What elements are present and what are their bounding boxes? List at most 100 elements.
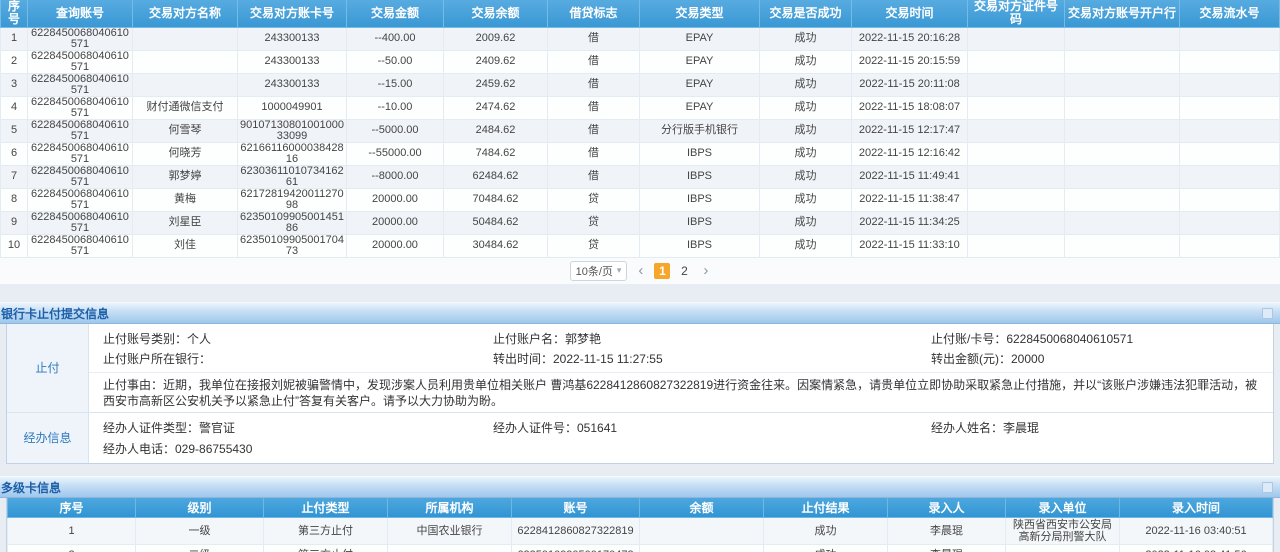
collapse-icon[interactable] (1262, 308, 1273, 319)
table-cell: 第三方止付 (264, 545, 388, 552)
column-header: 交易时间 (852, 0, 968, 27)
table-cell: 李晨琨 (888, 545, 1006, 552)
transactions-table: 序号查询账号交易对方名称交易对方账卡号交易金额交易余额借贷标志交易类型交易是否成… (0, 0, 1280, 258)
table-cell: 2022-11-15 12:17:47 (852, 119, 968, 142)
table-row[interactable]: 86228450068040610571黄梅621728194200112709… (1, 188, 1280, 211)
column-header: 余额 (640, 498, 764, 518)
table-cell (1180, 188, 1280, 211)
table-cell: 6228450068040610571 (28, 165, 133, 188)
page-size-select[interactable]: 10条/页 ▾ (570, 261, 628, 281)
table-cell: 2484.62 (444, 119, 548, 142)
prev-page-button[interactable]: ‹ (636, 264, 645, 278)
handler-id-number: 经办人证件号：051641 (493, 419, 931, 436)
next-page-button[interactable]: › (701, 264, 710, 278)
column-header: 交易余额 (444, 0, 548, 27)
handler-phone: 经办人电话：029-86755430 (103, 440, 493, 457)
table-cell: 6228450068040610571 (28, 234, 133, 257)
table-cell (133, 27, 238, 50)
table-cell: 成功 (760, 50, 852, 73)
column-header: 止付类型 (264, 498, 388, 518)
table-cell: 成功 (760, 96, 852, 119)
multicard-section-title: 多级卡信息 (0, 476, 1280, 498)
table-row[interactable]: 36228450068040610571243300133--15.002459… (1, 73, 1280, 96)
table-row[interactable]: 2二级第三方止付6235010990500170473成功李晨琨2022-11-… (8, 545, 1273, 552)
table-cell: 成功 (760, 73, 852, 96)
table-cell: 243300133 (238, 50, 347, 73)
table-cell: 9010713080100100033099 (238, 119, 347, 142)
column-header: 录入时间 (1120, 498, 1273, 518)
table-cell: IBPS (640, 165, 760, 188)
table-cell (1180, 234, 1280, 257)
table-cell: 2022-11-15 11:38:47 (852, 188, 968, 211)
table-cell: 贷 (548, 211, 640, 234)
table-row[interactable]: 96228450068040610571刘星臣62350109905001451… (1, 211, 1280, 234)
table-cell (1065, 165, 1180, 188)
table-cell: 2022-11-15 11:34:25 (852, 211, 968, 234)
table-cell: 6228450068040610571 (28, 211, 133, 234)
table-cell (1180, 119, 1280, 142)
column-header: 序号 (8, 498, 136, 518)
table-cell: EPAY (640, 73, 760, 96)
table-cell: 2022-11-15 20:16:28 (852, 27, 968, 50)
table-cell: 刘佳 (133, 234, 238, 257)
table-cell: --55000.00 (347, 142, 444, 165)
table-cell: 9 (1, 211, 28, 234)
table-row[interactable]: 76228450068040610571郭梦婷62303611010734162… (1, 165, 1280, 188)
table-cell: --10.00 (347, 96, 444, 119)
table-cell: 二级 (136, 545, 264, 552)
table-cell (968, 188, 1065, 211)
page-list: 12 (654, 263, 692, 279)
table-cell: EPAY (640, 96, 760, 119)
table-cell (968, 73, 1065, 96)
table-cell: 6228450068040610571 (28, 142, 133, 165)
table-cell: 贷 (548, 234, 640, 257)
table-row[interactable]: 1一级第三方止付中国农业银行6228412860827322819成功李晨琨陕西… (8, 518, 1273, 545)
table-cell: EPAY (640, 27, 760, 50)
table-row[interactable]: 16228450068040610571243300133--400.00200… (1, 27, 1280, 50)
table-cell: 6228450068040610571 (28, 50, 133, 73)
table-cell: 20000.00 (347, 211, 444, 234)
table-cell: 2009.62 (444, 27, 548, 50)
table-cell: 1000049901 (238, 96, 347, 119)
table-cell (1065, 188, 1180, 211)
page-button-2[interactable]: 2 (676, 263, 692, 279)
table-cell: 2022-11-15 12:16:42 (852, 142, 968, 165)
handler-row-label: 经办信息 (7, 413, 89, 463)
chevron-down-icon: ▾ (617, 265, 622, 276)
transactions-header-row: 序号查询账号交易对方名称交易对方账卡号交易金额交易余额借贷标志交易类型交易是否成… (1, 0, 1280, 27)
table-row[interactable]: 26228450068040610571243300133--50.002409… (1, 50, 1280, 73)
column-header: 录入单位 (1006, 498, 1120, 518)
table-row[interactable]: 66228450068040610571何晓芳62166116000038428… (1, 142, 1280, 165)
table-cell (1180, 165, 1280, 188)
table-cell (640, 518, 764, 545)
table-row[interactable]: 106228450068040610571刘佳62350109905001704… (1, 234, 1280, 257)
table-cell: 3 (1, 73, 28, 96)
table-cell: 成功 (760, 234, 852, 257)
table-cell: 6217281942001127098 (238, 188, 347, 211)
table-cell: 6230361101073416261 (238, 165, 347, 188)
stop-payment-panel: 止付 止付账号类别：个人 止付账户名：郭梦艳 止付账/卡号：6228450068… (6, 324, 1274, 464)
table-cell: IBPS (640, 211, 760, 234)
table-row[interactable]: 46228450068040610571财付通微信支付1000049901--1… (1, 96, 1280, 119)
table-cell: 成功 (760, 211, 852, 234)
table-cell: --400.00 (347, 27, 444, 50)
table-cell: 2022-11-16 03:40:51 (1120, 518, 1273, 545)
stop-payment-reason: 止付事由：近期，我单位在接报刘妮被骗警情中，发现涉案人员利用贵单位相关账户 曹鸿… (89, 372, 1273, 412)
column-header: 账号 (512, 498, 640, 518)
column-header: 所属机构 (388, 498, 512, 518)
column-header: 交易对方名称 (133, 0, 238, 27)
column-header: 交易是否成功 (760, 0, 852, 27)
column-header: 录入人 (888, 498, 1006, 518)
column-header: 交易对方账号开户行 (1065, 0, 1180, 27)
stop-account-bank: 止付账户所在银行： (103, 350, 493, 367)
table-cell (1065, 96, 1180, 119)
table-cell: 2022-11-16 08:41:56 (1120, 545, 1273, 552)
transfer-amount: 转出金额(元)：20000 (931, 350, 1273, 367)
stop-account-name: 止付账户名：郭梦艳 (493, 330, 931, 347)
page-button-1[interactable]: 1 (654, 263, 670, 279)
table-row[interactable]: 56228450068040610571何雪琴90107130801001000… (1, 119, 1280, 142)
table-cell: EPAY (640, 50, 760, 73)
collapse-icon[interactable] (1262, 482, 1273, 493)
table-cell: 贷 (548, 188, 640, 211)
table-cell: --5000.00 (347, 119, 444, 142)
